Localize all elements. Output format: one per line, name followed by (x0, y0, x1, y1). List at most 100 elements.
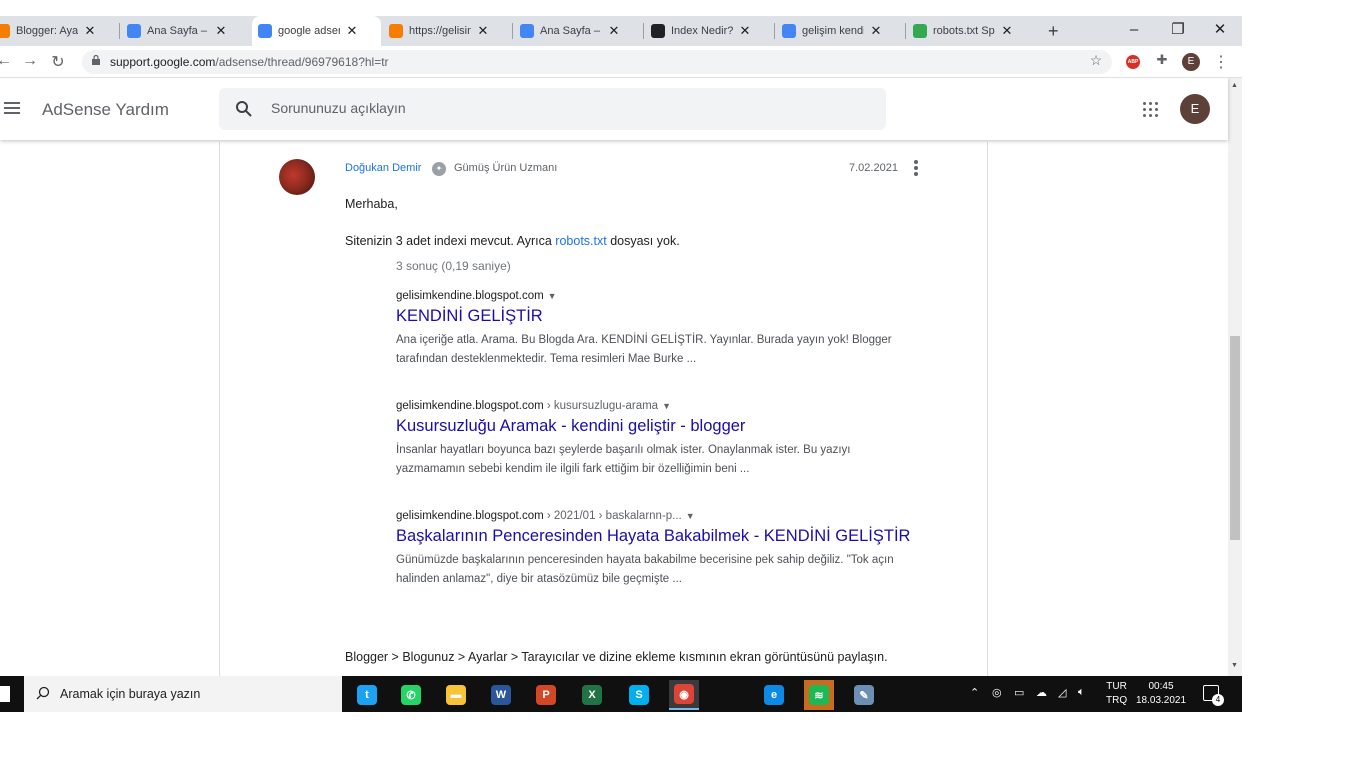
index-info-text: Sitenizin 3 adet indexi mevcut. Ayrıca r… (345, 234, 680, 248)
browser-tab[interactable]: https://gelisim ✕ (383, 16, 512, 46)
tab-separator (643, 23, 644, 39)
tab-close-icon[interactable]: ✕ (608, 23, 620, 39)
edge-icon: e (764, 685, 784, 705)
robots-txt-link[interactable]: robots.txt (555, 234, 606, 248)
restore-button[interactable]: ❐ (1158, 16, 1198, 46)
browser-tab[interactable]: Blogger: Ayarl ✕ (0, 16, 119, 46)
powerpoint-taskbar-button[interactable]: P (531, 680, 561, 710)
notification-count-badge: 4 (1212, 694, 1224, 706)
skype-taskbar-button[interactable]: S (624, 680, 654, 710)
tab-title: Ana Sayfa – Go (147, 25, 209, 37)
new-tab-button[interactable]: + (1042, 16, 1059, 46)
blogger-icon (389, 24, 403, 38)
tab-close-icon[interactable]: ✕ (477, 23, 489, 39)
location-icon[interactable]: ◎ (992, 686, 1002, 699)
google-icon (782, 24, 796, 38)
lock-icon (92, 55, 100, 65)
input-language-indicator[interactable]: TUR TRQ (1106, 680, 1127, 708)
onedrive-cloud-icon[interactable]: ☁ (1036, 686, 1047, 699)
tab-separator (774, 23, 775, 39)
tab-title: gelişim kendin (802, 25, 864, 37)
scroll-up-arrow-icon[interactable]: ▲ (1231, 82, 1238, 89)
search-result: gelisimkendine.blogspot.com › kusursuzlu… (396, 400, 916, 479)
bookmark-star-icon[interactable]: ☆ (1086, 52, 1106, 69)
edge-taskbar-button[interactable]: e (759, 680, 789, 710)
chrome-taskbar-button[interactable]: ◉ (669, 680, 699, 710)
tab-title: Index Nedir? - (671, 25, 733, 37)
tab-close-icon[interactable]: ✕ (1001, 23, 1013, 39)
scroll-down-arrow-icon[interactable]: ▼ (1231, 662, 1238, 669)
windows-taskbar: Aramak için buraya yazın t ✆ ▬ W P X S ◉ e ≋ ✎ ⌃ ◎… (0, 676, 1242, 712)
url-text: support.google.com/adsense/thread/969796… (110, 55, 389, 69)
browser-tab[interactable]: Ana Sayfa – Go ✕ (514, 16, 643, 46)
profile-avatar[interactable]: E (1182, 53, 1200, 71)
tab-close-icon[interactable]: ✕ (739, 23, 751, 39)
help-search-box[interactable] (219, 88, 886, 130)
adblock-extension-icon[interactable]: ABP (1126, 55, 1140, 69)
caret-down-icon[interactable]: ▼ (548, 291, 557, 301)
tray-overflow-icon[interactable]: ⌃ (970, 686, 979, 699)
tab-close-icon[interactable]: ✕ (870, 23, 882, 39)
browser-tab[interactable]: Ana Sayfa – Go ✕ (121, 16, 250, 46)
minimize-button[interactable]: – (1114, 16, 1154, 46)
author-name[interactable]: Doğukan Demir (345, 162, 421, 174)
address-bar[interactable]: support.google.com/adsense/thread/969796… (82, 50, 1112, 74)
browser-tab[interactable]: Index Nedir? - ✕ (645, 16, 774, 46)
greeting-text: Merhaba, (345, 197, 398, 211)
more-options-icon[interactable] (914, 160, 920, 178)
author-avatar[interactable] (279, 159, 315, 195)
tab-separator (905, 23, 906, 39)
system-clock[interactable]: 00:45 18.03.2021 (1136, 680, 1186, 708)
taskbar-search-box[interactable]: Aramak için buraya yazın (24, 676, 342, 712)
post-date: 7.02.2021 (849, 162, 898, 174)
extensions-puzzle-icon[interactable]: ✚ (1152, 52, 1172, 68)
tab-close-icon[interactable]: ✕ (215, 23, 227, 39)
close-window-button[interactable]: ✕ (1200, 16, 1240, 46)
network-icon[interactable]: ◿ (1058, 686, 1066, 699)
account-avatar[interactable]: E (1180, 94, 1210, 124)
result-title-link[interactable]: KENDİNİ GELİŞTİR (396, 306, 916, 327)
hamburger-menu-icon[interactable] (4, 102, 20, 114)
word-taskbar-button[interactable]: W (486, 680, 516, 710)
scrollbar-thumb[interactable] (1230, 336, 1240, 540)
twitter-taskbar-button[interactable]: t (352, 680, 382, 710)
excel-icon: X (582, 685, 602, 705)
forward-icon[interactable]: → (20, 52, 40, 70)
result-url: gelisimkendine.blogspot.com › kusursuzlu… (396, 400, 671, 412)
browser-tab[interactable]: google adsens ✕ (252, 16, 381, 46)
battery-icon[interactable]: ▭ (1014, 686, 1024, 699)
volume-icon[interactable]: 🔈︎ (1078, 686, 1085, 699)
browser-menu-icon[interactable]: ⋮ (1211, 52, 1231, 72)
powerpoint-icon: P (536, 685, 556, 705)
page-scrollbar[interactable]: ▲ ▼ (1228, 78, 1242, 676)
tab-title: robots.txt Spe (933, 25, 995, 37)
reload-icon[interactable]: ↻ (48, 52, 68, 72)
browser-tab[interactable]: robots.txt Spe ✕ (907, 16, 1036, 46)
browser-tab[interactable]: gelişim kendin ✕ (776, 16, 905, 46)
app-title[interactable]: AdSense Yardım (42, 100, 169, 120)
browser-tab-strip: Blogger: Ayarl✕Ana Sayfa – Go✕google ads… (0, 16, 1242, 46)
excel-taskbar-button[interactable]: X (577, 680, 607, 710)
tab-close-icon[interactable]: ✕ (84, 23, 96, 39)
whatsapp-taskbar-button[interactable]: ✆ (396, 680, 426, 710)
file-explorer-taskbar-button[interactable]: ▬ (441, 680, 471, 710)
paint-taskbar-button[interactable]: ✎ (849, 680, 879, 710)
reply-card: Doğukan Demir ✦ Gümüş Ürün Uzmanı 7.02.2… (219, 142, 988, 676)
back-icon[interactable]: ← (0, 52, 14, 70)
adsense-icon (520, 24, 534, 38)
start-button[interactable] (0, 686, 10, 702)
tab-close-icon[interactable]: ✕ (346, 23, 358, 39)
expert-badge-label: Gümüş Ürün Uzmanı (454, 162, 558, 174)
search-icon[interactable] (235, 100, 253, 118)
search-result-stats: 3 sonuç (0,19 saniye) (396, 259, 511, 273)
adsense-icon (127, 24, 141, 38)
google-apps-icon[interactable] (1143, 102, 1159, 118)
search-input[interactable] (271, 100, 831, 116)
blogger-icon (0, 24, 10, 38)
result-title-link[interactable]: Kusursuzluğu Aramak - kendini geliştir -… (396, 416, 916, 437)
caret-down-icon[interactable]: ▼ (686, 511, 695, 521)
result-title-link[interactable]: Başkalarının Penceresinden Hayata Bakabi… (396, 526, 916, 547)
spotify-taskbar-button[interactable]: ≋ (804, 680, 834, 710)
caret-down-icon[interactable]: ▼ (662, 401, 671, 411)
taskbar-search-label: Aramak için buraya yazın (60, 687, 201, 701)
